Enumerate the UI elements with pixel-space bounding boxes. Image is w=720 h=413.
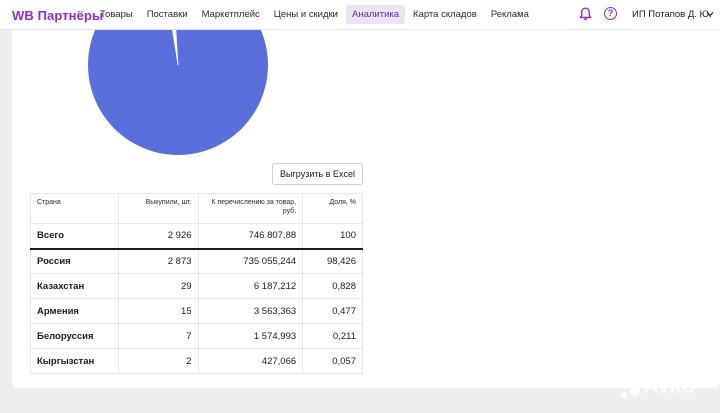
cell-amount: 1 574,993	[197, 323, 304, 349]
table-row: Кыргызстан 2 427,066 0,057	[30, 348, 363, 374]
table-header-row: Страна Выкупили, шт. К перечислению за т…	[30, 193, 363, 224]
cell-amount: 735 055,244	[197, 248, 304, 274]
brand-logo[interactable]: WB Партнёры	[12, 8, 103, 23]
table-row: Казахстан 29 6 187,212 0,828	[30, 273, 363, 299]
nav-item-products[interactable]: Товары	[94, 5, 139, 24]
col-qty-header[interactable]: Выкупили, шт.	[117, 193, 199, 224]
chevron-down-icon[interactable]	[706, 10, 714, 18]
cell-country: Кыргызстан	[30, 348, 119, 374]
bell-icon[interactable]	[579, 7, 592, 21]
col-country-header[interactable]: Страна	[30, 193, 119, 224]
cell-share: 0,828	[302, 273, 363, 299]
cell-country: Казахстан	[30, 273, 119, 299]
cell-country: Белоруссия	[30, 323, 119, 349]
export-excel-button[interactable]: Выгрузить в Excel	[272, 163, 363, 185]
cell-share: 0,211	[302, 323, 363, 349]
table-row: Россия 2 873 735 055,244 98,426	[30, 248, 363, 274]
cell-country: Армения	[30, 298, 119, 324]
pie-slice-1[interactable]	[88, 30, 268, 155]
cell-qty: 2 873	[117, 248, 199, 274]
nav-item-analytics[interactable]: Аналитика	[346, 5, 406, 24]
col-share-header[interactable]: Доля, %	[302, 193, 363, 224]
nav-item-supplies[interactable]: Поставки	[141, 5, 194, 24]
cell-qty: 15	[117, 298, 199, 324]
cell-country: Россия	[30, 248, 119, 274]
nav-item-prices[interactable]: Цены и скидки	[268, 5, 344, 24]
cell-share: 0,057	[302, 348, 363, 374]
cell-country: Всего	[30, 223, 119, 250]
cell-amount: 3 563,363	[197, 298, 304, 324]
user-menu[interactable]: ИП Потапов Д. Ю.	[632, 9, 712, 20]
top-bar: WB Партнёры Товары Поставки Маркетплейс …	[0, 0, 720, 30]
cell-share: 100	[302, 223, 363, 250]
cell-qty: 7	[117, 323, 199, 349]
cell-amount: 746 807,88	[197, 223, 304, 250]
cell-amount: 6 187,212	[197, 273, 304, 299]
main-nav: Товары Поставки Маркетплейс Цены и скидк…	[94, 5, 537, 24]
country-sales-table: Страна Выкупили, шт. К перечислению за т…	[30, 193, 363, 374]
table-row-total: Всего 2 926 746 807,88 100	[30, 223, 363, 250]
cell-share: 0,477	[302, 298, 363, 324]
table-row: Белоруссия 7 1 574,993 0,211	[30, 323, 363, 349]
nav-item-marketplace[interactable]: Маркетплейс	[196, 5, 266, 24]
cell-qty: 2	[117, 348, 199, 374]
cell-qty: 2 926	[117, 223, 199, 250]
table-row: Армения 15 3 563,363 0,477	[30, 298, 363, 324]
cell-share: 98,426	[302, 248, 363, 274]
help-icon[interactable]: ?	[604, 7, 617, 20]
cell-amount: 427,066	[197, 348, 304, 374]
nav-item-warehouse-map[interactable]: Карта складов	[407, 5, 483, 24]
cell-qty: 29	[117, 273, 199, 299]
sales-pie-chart	[88, 30, 268, 155]
nav-item-ads[interactable]: Реклама	[485, 5, 535, 24]
col-amount-header[interactable]: К перечислению за товар, руб.	[197, 193, 304, 224]
watermark-text: Avito	[643, 373, 695, 398]
